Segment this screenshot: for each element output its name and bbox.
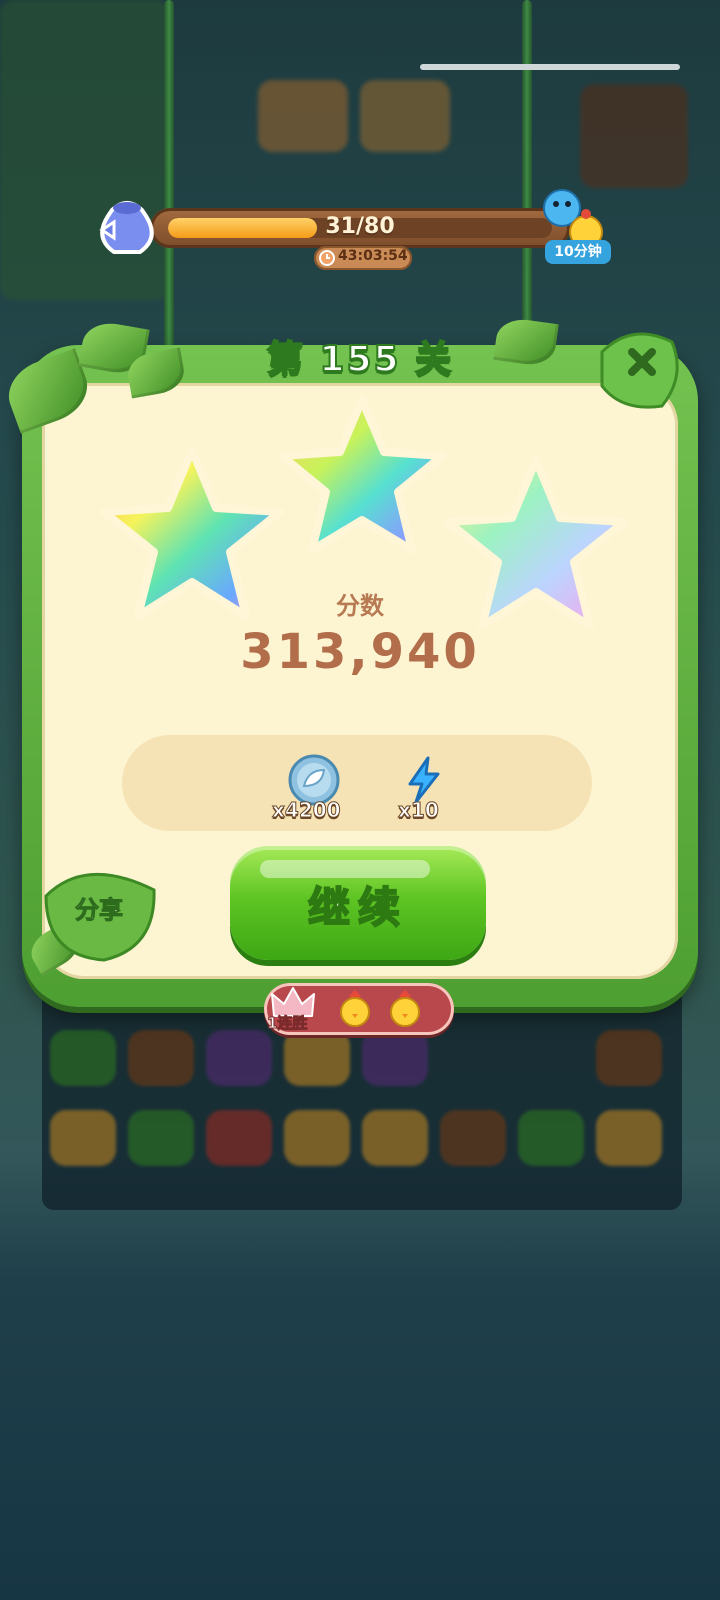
continue-label: 继续 [307,882,408,933]
chick-icon [340,990,370,1027]
share-label[interactable]: 分享 [64,890,134,925]
board-cell [206,1110,272,1166]
board-cell [284,1110,350,1166]
chick-icon [390,990,420,1027]
board-cell [362,1030,428,1086]
board-cell [50,1030,116,1086]
event-progress-bar: 31/80 [150,208,570,248]
board-cell [596,1030,662,1086]
background-chest [580,84,688,188]
background-shop-sign-left [258,80,348,152]
reward-badge: 10分钟 [545,240,611,264]
board-cell [440,1110,506,1166]
timer-pill: 43:03:54 [314,246,412,270]
continue-button[interactable]: 继续 [230,846,486,960]
bag-icon [99,201,154,254]
board-cell [128,1030,194,1086]
board-cell [50,1110,116,1166]
score-label: 分数 [336,592,384,620]
vine-left [164,0,174,350]
timer-text: 43:03:54 [338,248,408,264]
star-icon-2 [278,396,446,554]
score-value: 313,940 [240,624,480,680]
top-status-bar [420,64,680,70]
board-cell [284,1030,350,1086]
board-cell [518,1110,584,1166]
board-cell [362,1110,428,1166]
board-cell [596,1110,662,1166]
streak-label: 1连胜 [267,1014,308,1033]
lightning-icon [408,756,440,804]
board-cell [128,1110,194,1166]
coin-count: x4200 [272,798,342,823]
vine-right [522,0,532,350]
progress-text: 31/80 [325,214,395,239]
background-shop-sign-right [360,80,450,152]
board-cell [206,1030,272,1086]
clock-icon [319,250,335,266]
close-button[interactable] [592,322,686,416]
energy-count: x10 [398,798,440,823]
